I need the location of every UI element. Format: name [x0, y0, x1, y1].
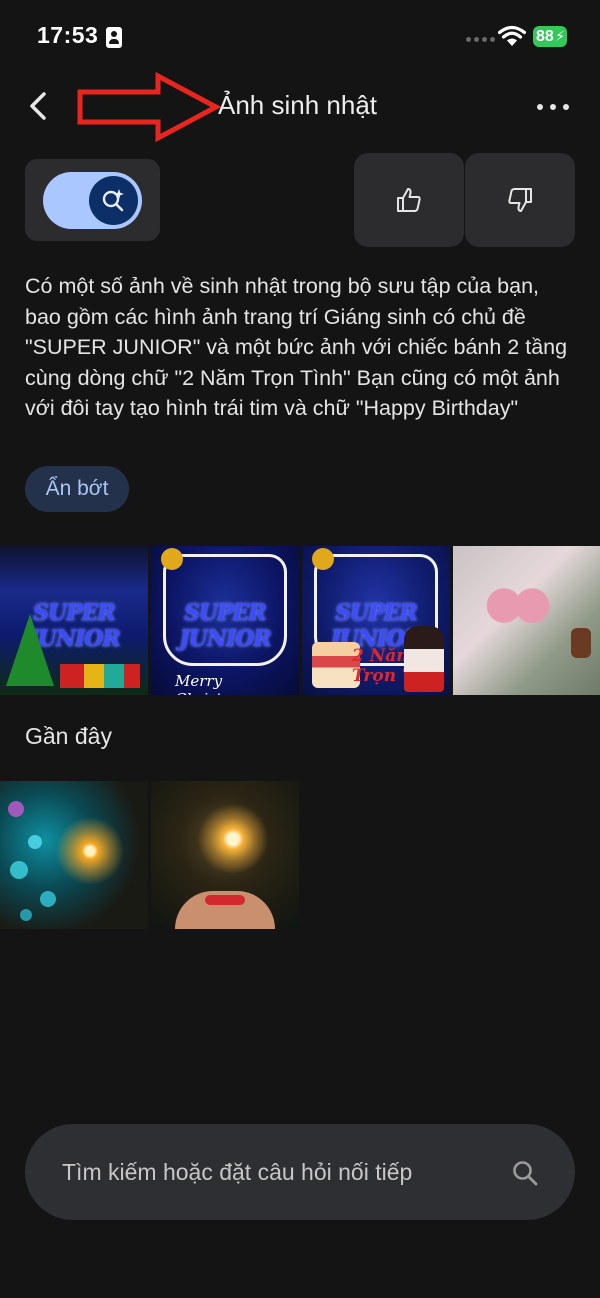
search-input[interactable]: [62, 1124, 502, 1220]
photo-thumbnail[interactable]: SUPER JUNIOR Merry Christmas: [151, 546, 299, 695]
contact-card-icon: [106, 27, 122, 48]
photo-thumbnail[interactable]: [453, 546, 600, 695]
photo-caption-text: Merry Christmas: [175, 672, 253, 695]
battery-level: 88: [536, 28, 554, 45]
recent-section-heading: Gần đây: [25, 723, 112, 749]
sparkler-graphic: [193, 799, 273, 879]
thumbs-down-icon: [508, 188, 532, 212]
thumbs-down-button[interactable]: [465, 153, 575, 247]
results-photo-grid: SUPER JUNIOR SUPER JUNIOR Merry Christma…: [0, 546, 600, 695]
ai-mode-toggle-card: [25, 159, 160, 241]
photo-thumbnail[interactable]: SUPER JUNIOR: [0, 546, 148, 695]
hands-graphic: [175, 891, 275, 929]
status-bar: 17:53 88 ⚡: [0, 0, 600, 76]
wifi-icon: [498, 25, 526, 46]
search-icon[interactable]: [511, 1159, 539, 1187]
cellular-signal-icon: [466, 37, 495, 42]
bokeh-light: [20, 909, 32, 921]
photo-thumbnail[interactable]: [0, 781, 148, 929]
recent-photo-grid: [0, 781, 299, 929]
sparkler-graphic: [50, 811, 130, 891]
show-less-button[interactable]: Ẩn bớt: [25, 466, 129, 512]
red-arrow-annotation: [77, 72, 222, 142]
bokeh-light: [28, 835, 42, 849]
bells-graphic: [161, 548, 183, 570]
bokeh-light: [10, 861, 28, 879]
ai-mode-toggle[interactable]: [43, 172, 142, 229]
photo-overlay-text: SUPER JUNIOR: [179, 600, 271, 652]
gifts-graphic: [60, 664, 140, 688]
anime-girl-graphic: [404, 626, 444, 692]
christmas-tree-graphic: [6, 614, 54, 686]
thumbs-up-icon: [397, 188, 421, 212]
toggle-knob: [89, 176, 138, 225]
bells-graphic: [312, 548, 334, 570]
charging-icon: ⚡: [555, 28, 565, 44]
thumbs-up-button[interactable]: [354, 153, 464, 247]
search-bar: [25, 1124, 575, 1220]
bokeh-light: [8, 801, 24, 817]
ai-summary-text: Có một số ảnh về sinh nhật trong bộ sưu …: [25, 274, 568, 420]
page-title: Ảnh sinh nhật: [218, 90, 378, 120]
watch-graphic: [571, 628, 591, 658]
status-time: 17:53: [37, 22, 99, 48]
battery-indicator: 88 ⚡: [533, 26, 567, 47]
sparkle-search-icon: [102, 189, 124, 212]
bokeh-light: [40, 891, 56, 907]
more-horizontal-icon[interactable]: [537, 97, 577, 117]
photo-thumbnail[interactable]: [151, 781, 299, 929]
chevron-left-icon[interactable]: [22, 86, 62, 126]
photo-thumbnail[interactable]: SUPER JUNIOR 2 Năm Trọn Tình: [302, 546, 450, 695]
heart-hands-graphic: [483, 588, 553, 632]
